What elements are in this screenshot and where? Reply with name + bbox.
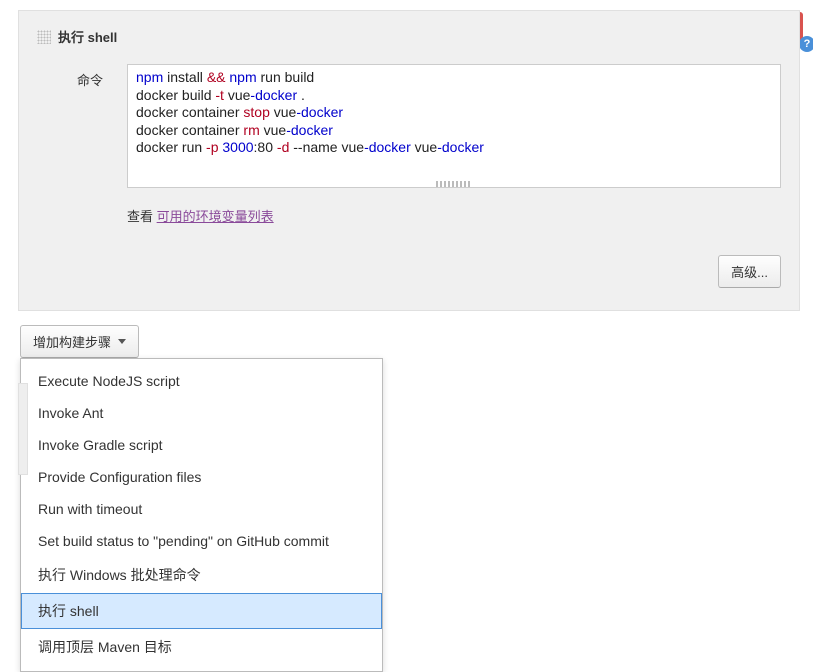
add-build-step-dropdown: Execute NodeJS scriptInvoke AntInvoke Gr… — [20, 358, 383, 672]
command-line: docker container stop vue-docker — [136, 104, 772, 122]
dropdown-item[interactable]: Set build status to "pending" on GitHub … — [21, 525, 382, 557]
env-vars-hint: 查看 可用的环境变量列表 — [127, 206, 781, 225]
dropdown-item[interactable]: Run with timeout — [21, 493, 382, 525]
textarea-resize-handle[interactable] — [436, 181, 472, 187]
add-build-step-button[interactable]: 增加构建步骤 — [20, 325, 139, 358]
command-input[interactable]: npm install && npm run builddocker build… — [127, 64, 781, 188]
env-vars-link[interactable]: 可用的环境变量列表 — [157, 209, 274, 224]
dropdown-item[interactable]: Provide Configuration files — [21, 461, 382, 493]
command-line: docker build -t vue-docker . — [136, 87, 772, 105]
build-step-shell-section: 执行 shell 命令 npm install && npm run build… — [18, 10, 800, 311]
command-line: docker run -p 3000:80 -d --name vue-dock… — [136, 139, 772, 157]
drag-handle-icon[interactable] — [37, 30, 51, 44]
dropdown-item[interactable]: Invoke Ant — [21, 397, 382, 429]
help-icon[interactable]: ? — [799, 36, 813, 52]
dropdown-item[interactable]: Execute NodeJS script — [21, 365, 382, 397]
section-title: 执行 shell — [58, 27, 117, 46]
command-label: 命令 — [77, 64, 111, 188]
command-line: npm install && npm run build — [136, 69, 772, 87]
command-line: docker container rm vue-docker — [136, 122, 772, 140]
advanced-button[interactable]: 高级... — [718, 255, 781, 288]
section-bar — [18, 383, 28, 475]
chevron-down-icon — [118, 339, 126, 344]
dropdown-item[interactable]: Invoke Gradle script — [21, 429, 382, 461]
dropdown-item[interactable]: 调用顶层 Maven 目标 — [21, 629, 382, 665]
dropdown-item[interactable]: 执行 Windows 批处理命令 — [21, 557, 382, 593]
dropdown-item[interactable]: 执行 shell — [21, 593, 382, 629]
